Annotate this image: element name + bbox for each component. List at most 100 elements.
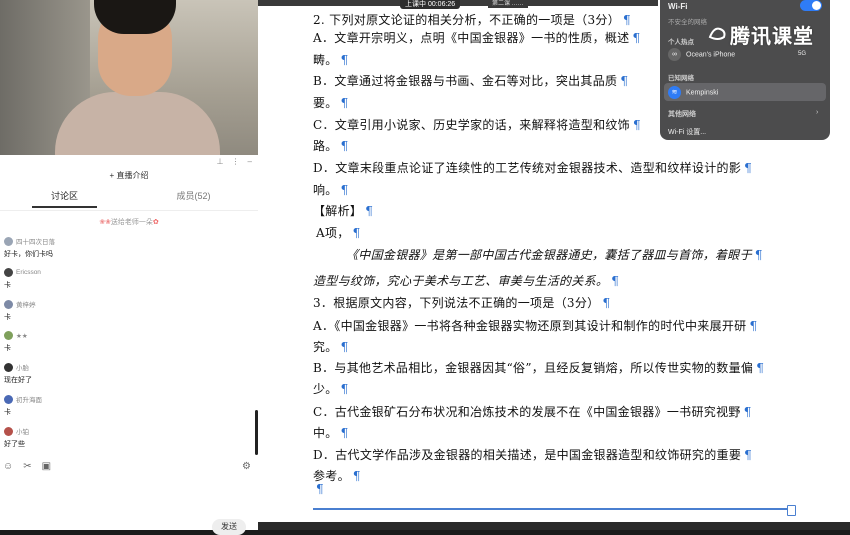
line-text: 3．根据原文内容，下列说法不正确的一项是（3分） xyxy=(313,296,600,310)
message-user: 初升海面 xyxy=(16,397,42,404)
hotspot-signal: 5G xyxy=(798,51,807,57)
wifi-toggle[interactable] xyxy=(800,0,822,11)
message-text: 现在好了 xyxy=(4,377,32,384)
avatar[interactable] xyxy=(4,268,13,277)
pilcrow-mark: ¶ xyxy=(340,139,349,153)
pilcrow-mark: ¶ xyxy=(340,53,349,67)
brand-watermark: 腾讯课堂 xyxy=(730,26,814,48)
message-list: 四十四次日落 好卡，你们卡吗 Ericsson 卡黄梓婷卡 ★★ 卡小胎 现在好了 初升海面卡… xyxy=(0,236,258,449)
line-text: A项， xyxy=(316,226,350,240)
gift-notice: ❀❀送给老师一朵✿ xyxy=(99,219,159,226)
wifi-settings[interactable]: Wi-Fi 设置... xyxy=(668,127,706,137)
pilcrow-mark: ¶ xyxy=(749,319,758,333)
chat-message: 四十四次日落 好卡，你们卡吗 xyxy=(0,236,258,259)
chat-message: 黄梓婷卡 xyxy=(0,299,258,322)
chat-tabs: 讨论区 成员(52) xyxy=(0,184,258,208)
settings-icon[interactable]: ⚙ xyxy=(242,461,251,472)
document-line: B．与其他艺术品相比，金银器因其“俗”，且经反复销熔，所以传世实物的数量偏 ¶ xyxy=(313,359,764,376)
wifi-insecure-label: 不安全的网络 xyxy=(668,19,707,26)
link-icon: ∞ xyxy=(668,48,681,61)
message-header: 四十四次日落 xyxy=(4,236,254,246)
pilcrow-mark: ¶ xyxy=(632,118,641,132)
pilcrow-mark: ¶ xyxy=(352,226,361,240)
document-line: A项， ¶ xyxy=(316,224,361,241)
document-bottom-bar xyxy=(258,522,850,530)
line-text: 中。 xyxy=(313,426,338,440)
message-header: 初升海面 xyxy=(4,394,254,404)
hotspot-name: Ocean's iPhone xyxy=(686,51,736,59)
image-icon[interactable]: ▣ xyxy=(42,461,51,472)
line-text: B．文章通过将金银器与书画、金石等对比，突出其品质 xyxy=(313,74,618,88)
document-line: 路。 ¶ xyxy=(313,137,349,154)
send-button[interactable]: 发送 xyxy=(212,519,246,535)
line-text: 究。 xyxy=(313,340,338,354)
message-header: ★★ xyxy=(4,331,254,340)
document-line: 中。 ¶ xyxy=(313,424,349,441)
pilcrow-mark: ¶ xyxy=(340,382,349,396)
pin-icon[interactable]: ⊥ xyxy=(217,157,224,166)
message-user: ★★ xyxy=(16,332,28,340)
avatar[interactable] xyxy=(4,331,13,340)
document-line: B．文章通过将金银器与书画、金石等对比，突出其品质 ¶ xyxy=(313,72,628,89)
chat-message: Ericsson 卡 xyxy=(0,268,258,290)
page-end-rule xyxy=(313,508,788,510)
more-icon[interactable]: ⋮ xyxy=(232,157,240,166)
pilcrow-mark: ¶ xyxy=(744,161,753,175)
document-icon xyxy=(787,505,796,516)
pilcrow-mark: ¶ xyxy=(602,296,611,310)
document-line: 造型与纹饰，究心于美术与工艺、审美与生活的关系。 ¶ xyxy=(313,272,619,289)
brand-logo-icon xyxy=(708,27,726,40)
chat-message: 小胎现在好了 xyxy=(0,362,258,385)
avatar[interactable] xyxy=(4,299,13,309)
flower-icon: ✿ xyxy=(152,219,159,226)
document-line: 【解析】 ¶ xyxy=(313,202,373,219)
message-text: 好了些 xyxy=(4,441,25,448)
message-text: 卡 xyxy=(4,409,11,416)
wifi-icon: ≋ xyxy=(668,86,681,99)
avatar[interactable] xyxy=(4,426,13,436)
scissors-icon[interactable]: ✂ xyxy=(23,461,31,472)
message-header: 小铂 xyxy=(4,426,254,436)
recording-indicator: 上课中 00:06:26 xyxy=(400,0,461,9)
emoji-icon[interactable]: ☺ xyxy=(3,461,13,472)
line-text: 要。 xyxy=(313,96,338,110)
pilcrow-mark: ¶ xyxy=(340,183,349,197)
line-text: C．文章引用小说家、历史学家的话，来解释将造型和纹饰 xyxy=(313,118,630,132)
tab-members[interactable]: 成员(52) xyxy=(129,189,258,202)
chevron-right-icon[interactable]: › xyxy=(816,109,818,116)
chat-message: 初升海面卡 xyxy=(0,394,258,417)
avatar[interactable] xyxy=(4,236,13,246)
wifi-title: Wi-Fi xyxy=(668,2,688,11)
avatar[interactable] xyxy=(4,394,13,404)
divider xyxy=(0,210,258,211)
line-text: A．《中国金银器》一书将各种金银器实物还原到其设计和制作的时代中来展开研 xyxy=(313,319,747,333)
line-text: 【解析】 xyxy=(313,204,363,218)
hotspot-header: 个人热点 xyxy=(668,39,694,46)
message-text: 卡 xyxy=(4,282,11,289)
document-line: 2. 下列对原文论证的相关分析，不正确的一项是（3分） ¶ xyxy=(313,11,631,28)
minimize-icon[interactable]: – xyxy=(248,157,252,166)
pilcrow-mark: ¶ xyxy=(316,482,324,496)
message-text: 卡 xyxy=(4,314,11,321)
hotspot-item[interactable]: ∞ Ocean's iPhone xyxy=(668,48,735,61)
pilcrow-mark: ¶ xyxy=(632,31,641,45)
tab-discussion[interactable]: 讨论区 xyxy=(0,189,129,208)
chat-toolbar: ☺ ✂ ▣ ⚙ xyxy=(3,461,251,472)
document-line: 响。 ¶ xyxy=(313,181,349,198)
message-user: 小胎 xyxy=(16,365,29,372)
line-text: 响。 xyxy=(313,183,338,197)
document-line: 要。 ¶ xyxy=(313,94,349,111)
other-networks[interactable]: 其他网络 xyxy=(668,109,696,119)
avatar[interactable] xyxy=(4,362,13,372)
document-tab-title[interactable]: 第二课 …… xyxy=(488,0,528,8)
line-text: B．与其他艺术品相比，金银器因其“俗”，且经反复销熔，所以传世实物的数量偏 xyxy=(313,361,754,375)
chat-message: ★★ 卡 xyxy=(0,331,258,353)
live-intro-link[interactable]: + 直播介绍 xyxy=(0,170,258,184)
document-line: 畴。 ¶ xyxy=(313,51,349,68)
pilcrow-mark: ¶ xyxy=(623,13,631,27)
known-network-item[interactable]: ≋ Kempinski xyxy=(668,86,718,99)
document-line: C．文章引用小说家、历史学家的话，来解释将造型和纹饰 ¶ xyxy=(313,116,641,133)
pilcrow-mark: ¶ xyxy=(340,426,349,440)
pilcrow-mark: ¶ xyxy=(743,405,752,419)
document-line: A．文章开宗明义，点明《中国金银器》一书的性质，概述 ¶ xyxy=(313,29,640,46)
